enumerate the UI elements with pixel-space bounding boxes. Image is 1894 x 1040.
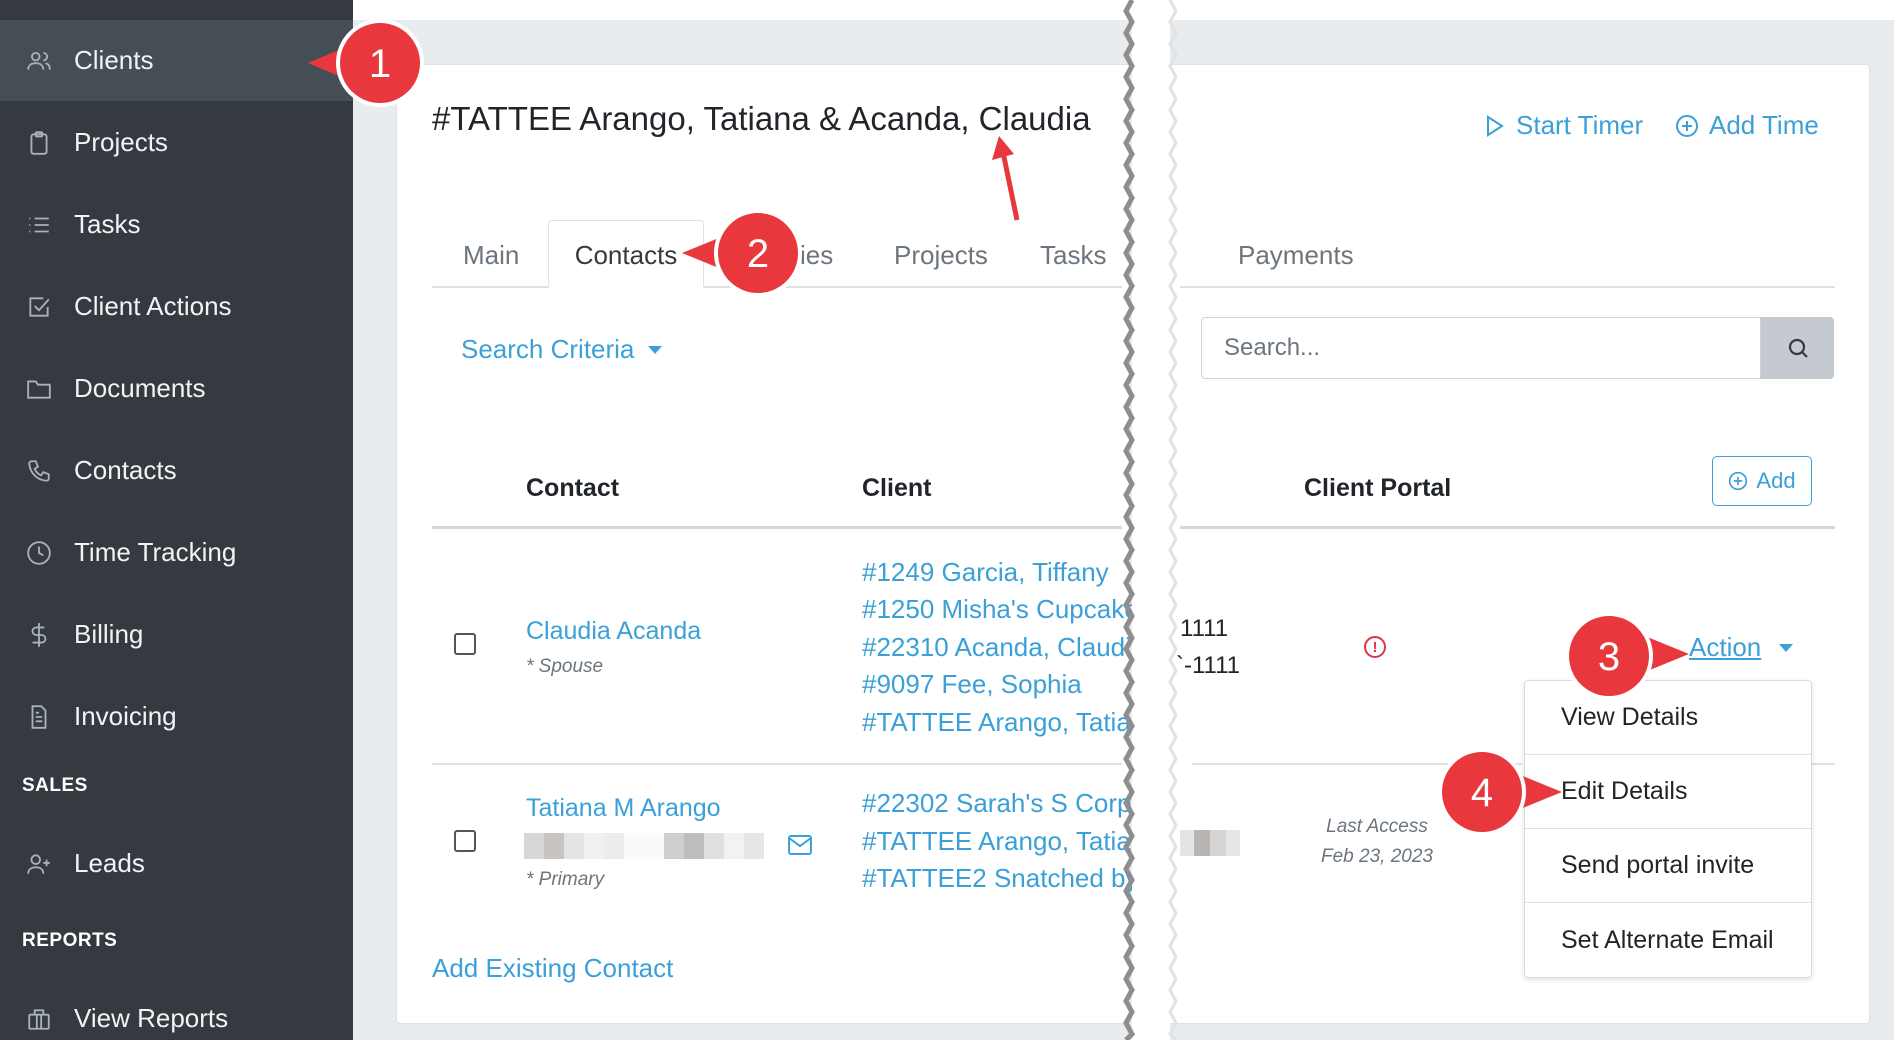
sidebar-item-label: Billing bbox=[74, 619, 144, 649]
sidebar-item-leads[interactable]: Leads bbox=[0, 823, 353, 904]
add-time-button[interactable]: Add Time bbox=[1675, 110, 1819, 141]
dollar-icon bbox=[26, 622, 52, 648]
sidebar-item-label: Time Tracking bbox=[74, 537, 237, 567]
menu-item-set-alternate-email[interactable]: Set Alternate Email bbox=[1525, 903, 1811, 977]
table-row-divider bbox=[1810, 763, 1835, 765]
client-link[interactable]: #TATTEE Arango, Tatian bbox=[862, 826, 1145, 857]
contact-name-link[interactable]: Claudia Acanda bbox=[526, 617, 701, 646]
sidebar: Clients Projects Tasks Client Actions Do… bbox=[0, 0, 353, 1040]
caret-down-icon bbox=[648, 345, 663, 354]
warning-icon: ! bbox=[1364, 636, 1386, 658]
mail-icon[interactable] bbox=[788, 835, 812, 855]
sidebar-item-label: Contacts bbox=[74, 455, 177, 485]
tab-tasks[interactable]: Tasks bbox=[1040, 240, 1106, 271]
phone-number: `-1111 bbox=[1176, 652, 1241, 679]
sidebar-item-label: View Reports bbox=[74, 1003, 229, 1033]
callout-badge-4: 4 bbox=[1438, 748, 1562, 836]
sidebar-item-label: Leads bbox=[74, 848, 145, 878]
sidebar-item-label: Tasks bbox=[74, 209, 141, 239]
play-icon bbox=[1487, 114, 1504, 137]
sidebar-item-label: Invoicing bbox=[74, 701, 177, 731]
callout-number: 1 bbox=[369, 42, 391, 86]
action-dropdown-toggle[interactable]: Action bbox=[1689, 632, 1794, 663]
phone-icon bbox=[26, 458, 52, 484]
redacted-email bbox=[524, 833, 764, 859]
start-timer-button[interactable]: Start Timer bbox=[1482, 110, 1643, 141]
client-link[interactable]: #TATTEE2 Snatched by bbox=[862, 863, 1139, 894]
callout-number: 2 bbox=[747, 232, 769, 276]
folder-icon bbox=[26, 376, 52, 402]
last-access-date: Feb 23, 2023 bbox=[1321, 846, 1433, 867]
column-header-contact: Contact bbox=[526, 474, 620, 502]
sidebar-item-label: Clients bbox=[74, 45, 154, 75]
client-link[interactable]: #1250 Misha's Cupcake bbox=[862, 594, 1139, 625]
callout-badge-2: 2 bbox=[682, 209, 802, 297]
list-icon bbox=[26, 212, 52, 238]
column-header-client: Client bbox=[862, 474, 932, 502]
tab-main[interactable]: Main bbox=[463, 240, 519, 271]
client-link[interactable]: #1249 Garcia, Tiffany bbox=[862, 557, 1109, 588]
tab-underline-right bbox=[1180, 286, 1835, 288]
torn-edge-separator bbox=[1123, 0, 1178, 1040]
contact-name-link[interactable]: Tatiana M Arango bbox=[526, 794, 721, 823]
action-label: Action bbox=[1689, 632, 1762, 662]
search-criteria-label: Search Criteria bbox=[461, 334, 635, 364]
tab-payments[interactable]: Payments bbox=[1238, 240, 1354, 271]
sidebar-item-billing[interactable]: Billing bbox=[0, 594, 353, 675]
client-link[interactable]: #22310 Acanda, Claudia bbox=[862, 632, 1145, 663]
client-link[interactable]: #22302 Sarah's S Corp bbox=[862, 788, 1131, 819]
section-heading-sales: SALES bbox=[22, 775, 88, 796]
file-icon bbox=[26, 704, 52, 730]
section-heading-reports: REPORTS bbox=[22, 930, 118, 951]
sidebar-item-label: Client Actions bbox=[74, 291, 232, 321]
check-square-icon bbox=[26, 294, 52, 320]
redacted-phone bbox=[1180, 830, 1240, 856]
sidebar-item-label: Documents bbox=[74, 373, 206, 403]
contact-role: * Primary bbox=[526, 869, 605, 890]
phone-number: 1111 bbox=[1180, 615, 1229, 642]
last-access-label: Last Access bbox=[1326, 816, 1428, 837]
add-existing-contact-link[interactable]: Add Existing Contact bbox=[432, 953, 673, 984]
user-plus-icon bbox=[26, 851, 52, 877]
contact-role: * Spouse bbox=[526, 656, 604, 677]
callout-badge-3: 3 bbox=[1565, 612, 1689, 700]
row-checkbox[interactable] bbox=[454, 830, 476, 852]
add-label: Add bbox=[1756, 468, 1796, 493]
sidebar-item-invoicing[interactable]: Invoicing bbox=[0, 676, 353, 757]
client-link[interactable]: #9097 Fee, Sophia bbox=[862, 669, 1082, 700]
clock-icon bbox=[26, 540, 52, 566]
search-input[interactable]: Search... bbox=[1201, 317, 1761, 379]
add-time-label: Add Time bbox=[1709, 110, 1819, 140]
reports-icon bbox=[26, 1006, 52, 1032]
tab-projects[interactable]: Projects bbox=[894, 240, 988, 271]
annotation-arrow bbox=[992, 136, 1020, 221]
search-icon bbox=[1788, 338, 1808, 358]
sidebar-item-tasks[interactable]: Tasks bbox=[0, 184, 353, 265]
users-icon bbox=[26, 48, 52, 74]
table-row-divider bbox=[432, 763, 1122, 765]
add-contact-button[interactable]: Add bbox=[1712, 456, 1812, 506]
sidebar-item-documents[interactable]: Documents bbox=[0, 348, 353, 429]
column-header-client-portal: Client Portal bbox=[1304, 474, 1452, 502]
sidebar-item-client-actions[interactable]: Client Actions bbox=[0, 266, 353, 347]
table-header-divider bbox=[1180, 526, 1835, 529]
sidebar-item-view-reports[interactable]: View Reports bbox=[0, 978, 353, 1040]
sidebar-item-label: Projects bbox=[74, 127, 168, 157]
search-button[interactable] bbox=[1761, 317, 1834, 379]
start-timer-label: Start Timer bbox=[1516, 110, 1644, 140]
sidebar-item-time-tracking[interactable]: Time Tracking bbox=[0, 512, 353, 593]
sidebar-item-contacts[interactable]: Contacts bbox=[0, 430, 353, 511]
caret-down-icon bbox=[1779, 643, 1794, 652]
table-header-divider bbox=[432, 526, 1122, 529]
callout-number: 3 bbox=[1598, 635, 1620, 679]
client-link[interactable]: #TATTEE Arango, Tatian bbox=[862, 707, 1145, 738]
plus-circle-icon bbox=[1729, 471, 1748, 491]
callout-badge-1: 1 bbox=[308, 19, 424, 107]
row-checkbox[interactable] bbox=[454, 633, 476, 655]
callout-number: 4 bbox=[1471, 771, 1493, 815]
plus-circle-icon bbox=[1676, 114, 1698, 137]
search-criteria-toggle[interactable]: Search Criteria bbox=[461, 334, 663, 365]
clipboard-icon bbox=[26, 130, 52, 156]
